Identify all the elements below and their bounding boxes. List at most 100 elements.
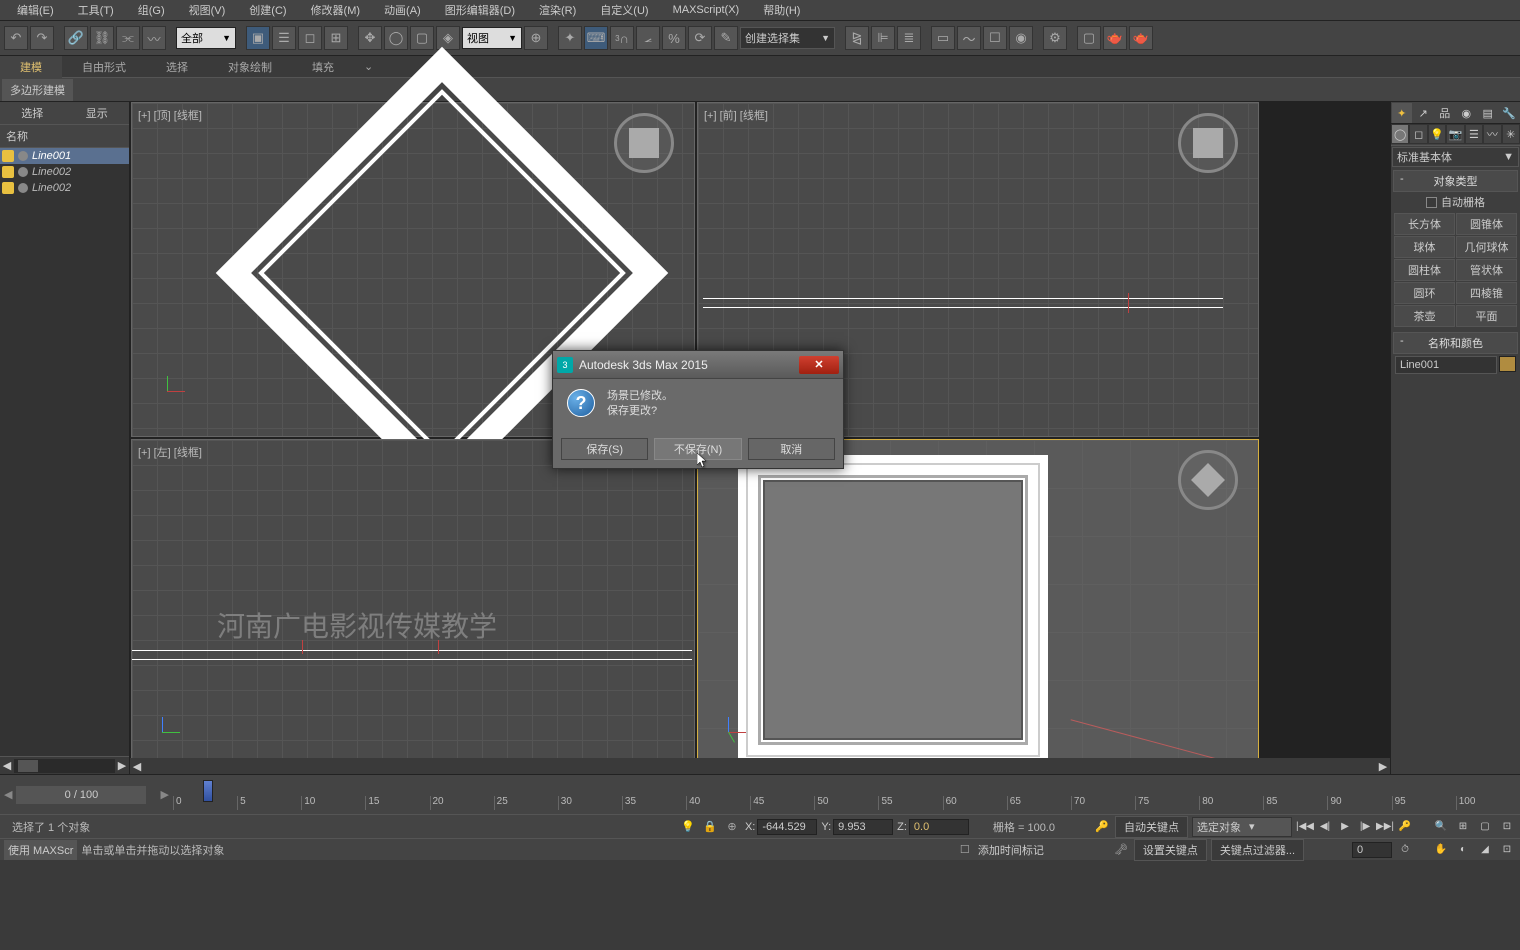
ribbon-toggle-icon[interactable]: ▭ bbox=[931, 26, 955, 50]
display-tab-icon[interactable]: ▤ bbox=[1478, 103, 1498, 123]
key-icon[interactable]: 🔑 bbox=[1093, 818, 1111, 836]
absolute-mode-icon[interactable]: ⊕ bbox=[723, 818, 741, 836]
viewport-perspective[interactable] bbox=[697, 439, 1259, 773]
snaps-3d-icon[interactable]: 3∩ bbox=[610, 26, 634, 50]
key-icon-2[interactable]: 🗝 bbox=[1112, 841, 1130, 859]
close-button[interactable]: ✕ bbox=[799, 356, 839, 374]
edit-named-icon[interactable]: ✎ bbox=[714, 26, 738, 50]
ribbon-polygon-modeling[interactable]: 多边形建模 bbox=[2, 79, 73, 101]
render-setup-icon[interactable]: ⚙ bbox=[1043, 26, 1067, 50]
rotate-icon[interactable]: ◯ bbox=[384, 26, 408, 50]
render-frame-icon[interactable]: ▢ bbox=[1077, 26, 1101, 50]
cancel-button[interactable]: 取消 bbox=[748, 438, 835, 460]
menu-graph-editors[interactable]: 图形编辑器(D) bbox=[433, 0, 527, 20]
undo-icon[interactable]: ↶ bbox=[4, 26, 28, 50]
ribbon-tab-object-paint[interactable]: 对象绘制 bbox=[208, 56, 292, 78]
add-time-tag[interactable]: 添加时间标记 bbox=[978, 842, 1044, 858]
ref-coord-dropdown[interactable]: 视图▼ bbox=[462, 27, 522, 49]
lock-icon[interactable]: 💡 bbox=[679, 818, 697, 836]
orbit-icon[interactable]: ◐ bbox=[1454, 841, 1472, 859]
menu-maxscript[interactable]: MAXScript(X) bbox=[661, 2, 752, 18]
spinner-snap-icon[interactable]: ⟳ bbox=[688, 26, 712, 50]
link-icon[interactable]: 🔗 bbox=[64, 26, 88, 50]
key-filters-button[interactable]: 关键点过滤器... bbox=[1211, 839, 1304, 861]
viewcube[interactable] bbox=[1178, 450, 1238, 510]
snaps-percent-icon[interactable]: % bbox=[662, 26, 686, 50]
utilities-tab-icon[interactable]: 🔧 bbox=[1500, 103, 1520, 123]
menu-views[interactable]: 视图(V) bbox=[177, 0, 238, 20]
snaps-angle-icon[interactable]: ⦟ bbox=[636, 26, 660, 50]
object-color-swatch[interactable] bbox=[1499, 356, 1516, 372]
timeline-left-icon[interactable]: ◀ bbox=[0, 788, 16, 801]
primitive-type-dropdown[interactable]: 标准基本体▼ bbox=[1392, 147, 1519, 167]
menu-group[interactable]: 组(G) bbox=[126, 0, 177, 20]
bind-icon[interactable]: ⫘ bbox=[116, 26, 140, 50]
curve-editor-icon[interactable]: 〜 bbox=[957, 26, 981, 50]
lock-selection-icon[interactable]: 🔒 bbox=[701, 818, 719, 836]
shapes-icon[interactable]: ◻ bbox=[1409, 124, 1427, 144]
torus-button[interactable]: 圆环 bbox=[1394, 282, 1455, 304]
isolate-icon[interactable]: ☐ bbox=[956, 841, 974, 859]
menu-animation[interactable]: 动画(A) bbox=[372, 0, 433, 20]
menu-rendering[interactable]: 渲染(R) bbox=[527, 0, 588, 20]
manipulate-icon[interactable]: ✦ bbox=[558, 26, 582, 50]
panel-hscroll[interactable]: ◀ ▶ bbox=[0, 756, 129, 774]
auto-key-button[interactable]: 自动关键点 bbox=[1115, 816, 1188, 838]
space-warps-icon[interactable]: 〰 bbox=[1483, 124, 1501, 144]
align-icon[interactable]: ⊫ bbox=[871, 26, 895, 50]
sphere-button[interactable]: 球体 bbox=[1394, 236, 1455, 258]
systems-icon[interactable]: ✳ bbox=[1502, 124, 1520, 144]
set-key-button[interactable]: 设置关键点 bbox=[1134, 839, 1207, 861]
viewport-left[interactable]: [+] [左] [线框] 河南广电影视传媒教学 bbox=[131, 439, 695, 773]
menu-edit[interactable]: 编辑(E) bbox=[5, 0, 66, 20]
select-name-icon[interactable]: ☰ bbox=[272, 26, 296, 50]
pivot-icon[interactable]: ⊕ bbox=[524, 26, 548, 50]
render-iterative-icon[interactable]: 🫖 bbox=[1129, 26, 1153, 50]
cameras-icon[interactable]: 📷 bbox=[1446, 124, 1464, 144]
panel-tab-select[interactable]: 选择 bbox=[0, 102, 65, 124]
goto-end-icon[interactable]: ▶▶| bbox=[1376, 818, 1394, 836]
name-column-header[interactable]: 名称 bbox=[0, 125, 129, 148]
frame-input[interactable] bbox=[1352, 842, 1392, 858]
time-config-icon[interactable]: ⏱ bbox=[1396, 841, 1414, 859]
teapot-button[interactable]: 茶壶 bbox=[1394, 305, 1455, 327]
star-icon[interactable]: ✦ bbox=[1392, 103, 1412, 123]
viewcube[interactable] bbox=[1178, 113, 1238, 173]
goto-start-icon[interactable]: |◀◀ bbox=[1296, 818, 1314, 836]
y-coord-input[interactable] bbox=[833, 819, 893, 835]
window-crossing-icon[interactable]: ⊞ bbox=[324, 26, 348, 50]
helpers-icon[interactable]: ☰ bbox=[1465, 124, 1483, 144]
dont-save-button[interactable]: 不保存(N) bbox=[654, 438, 741, 460]
time-slider[interactable]: 0510152025303540455055606570758085909510… bbox=[173, 780, 1520, 810]
menu-customize[interactable]: 自定义(U) bbox=[588, 0, 660, 20]
hierarchy-tab-icon[interactable]: 品 bbox=[1435, 103, 1455, 123]
render-prod-icon[interactable]: 🫖 bbox=[1103, 26, 1127, 50]
keyboard-shortcut-icon[interactable]: ⌨ bbox=[584, 26, 608, 50]
rect-region-icon[interactable]: ◻ bbox=[298, 26, 322, 50]
next-frame-icon[interactable]: |▶ bbox=[1356, 818, 1374, 836]
z-coord-input[interactable] bbox=[909, 819, 969, 835]
named-set-dropdown[interactable]: 创建选择集▼ bbox=[740, 27, 835, 49]
key-target-dropdown[interactable]: 选定对象▾ bbox=[1192, 817, 1292, 837]
save-button[interactable]: 保存(S) bbox=[561, 438, 648, 460]
ribbon-tab-freeform[interactable]: 自由形式 bbox=[62, 56, 146, 78]
scroll-right-icon[interactable]: ▶ bbox=[115, 759, 129, 772]
zoom-icon[interactable]: 🔍 bbox=[1432, 818, 1450, 836]
key-mode-icon[interactable]: 🔑 bbox=[1396, 818, 1414, 836]
placement-icon[interactable]: ◈ bbox=[436, 26, 460, 50]
chevron-down-icon[interactable]: ⌄ bbox=[354, 57, 383, 76]
maxscript-tab[interactable]: 使用 MAXScr bbox=[4, 840, 77, 860]
motion-tab-icon[interactable]: ◉ bbox=[1457, 103, 1477, 123]
layers-icon[interactable]: ≣ bbox=[897, 26, 921, 50]
scene-item-line002[interactable]: Line002 bbox=[0, 164, 129, 180]
geosphere-button[interactable]: 几何球体 bbox=[1456, 236, 1517, 258]
menu-tools[interactable]: 工具(T) bbox=[66, 0, 126, 20]
prev-frame-icon[interactable]: ◀| bbox=[1316, 818, 1334, 836]
scroll-left-icon[interactable]: ◀ bbox=[0, 759, 14, 772]
x-coord-input[interactable] bbox=[757, 819, 817, 835]
scale-icon[interactable]: ▢ bbox=[410, 26, 434, 50]
timeline-right-icon[interactable]: ▶ bbox=[156, 788, 172, 801]
zoom-extents-all-icon[interactable]: ⊡ bbox=[1498, 818, 1516, 836]
menu-create[interactable]: 创建(C) bbox=[237, 0, 298, 20]
box-button[interactable]: 长方体 bbox=[1394, 213, 1455, 235]
